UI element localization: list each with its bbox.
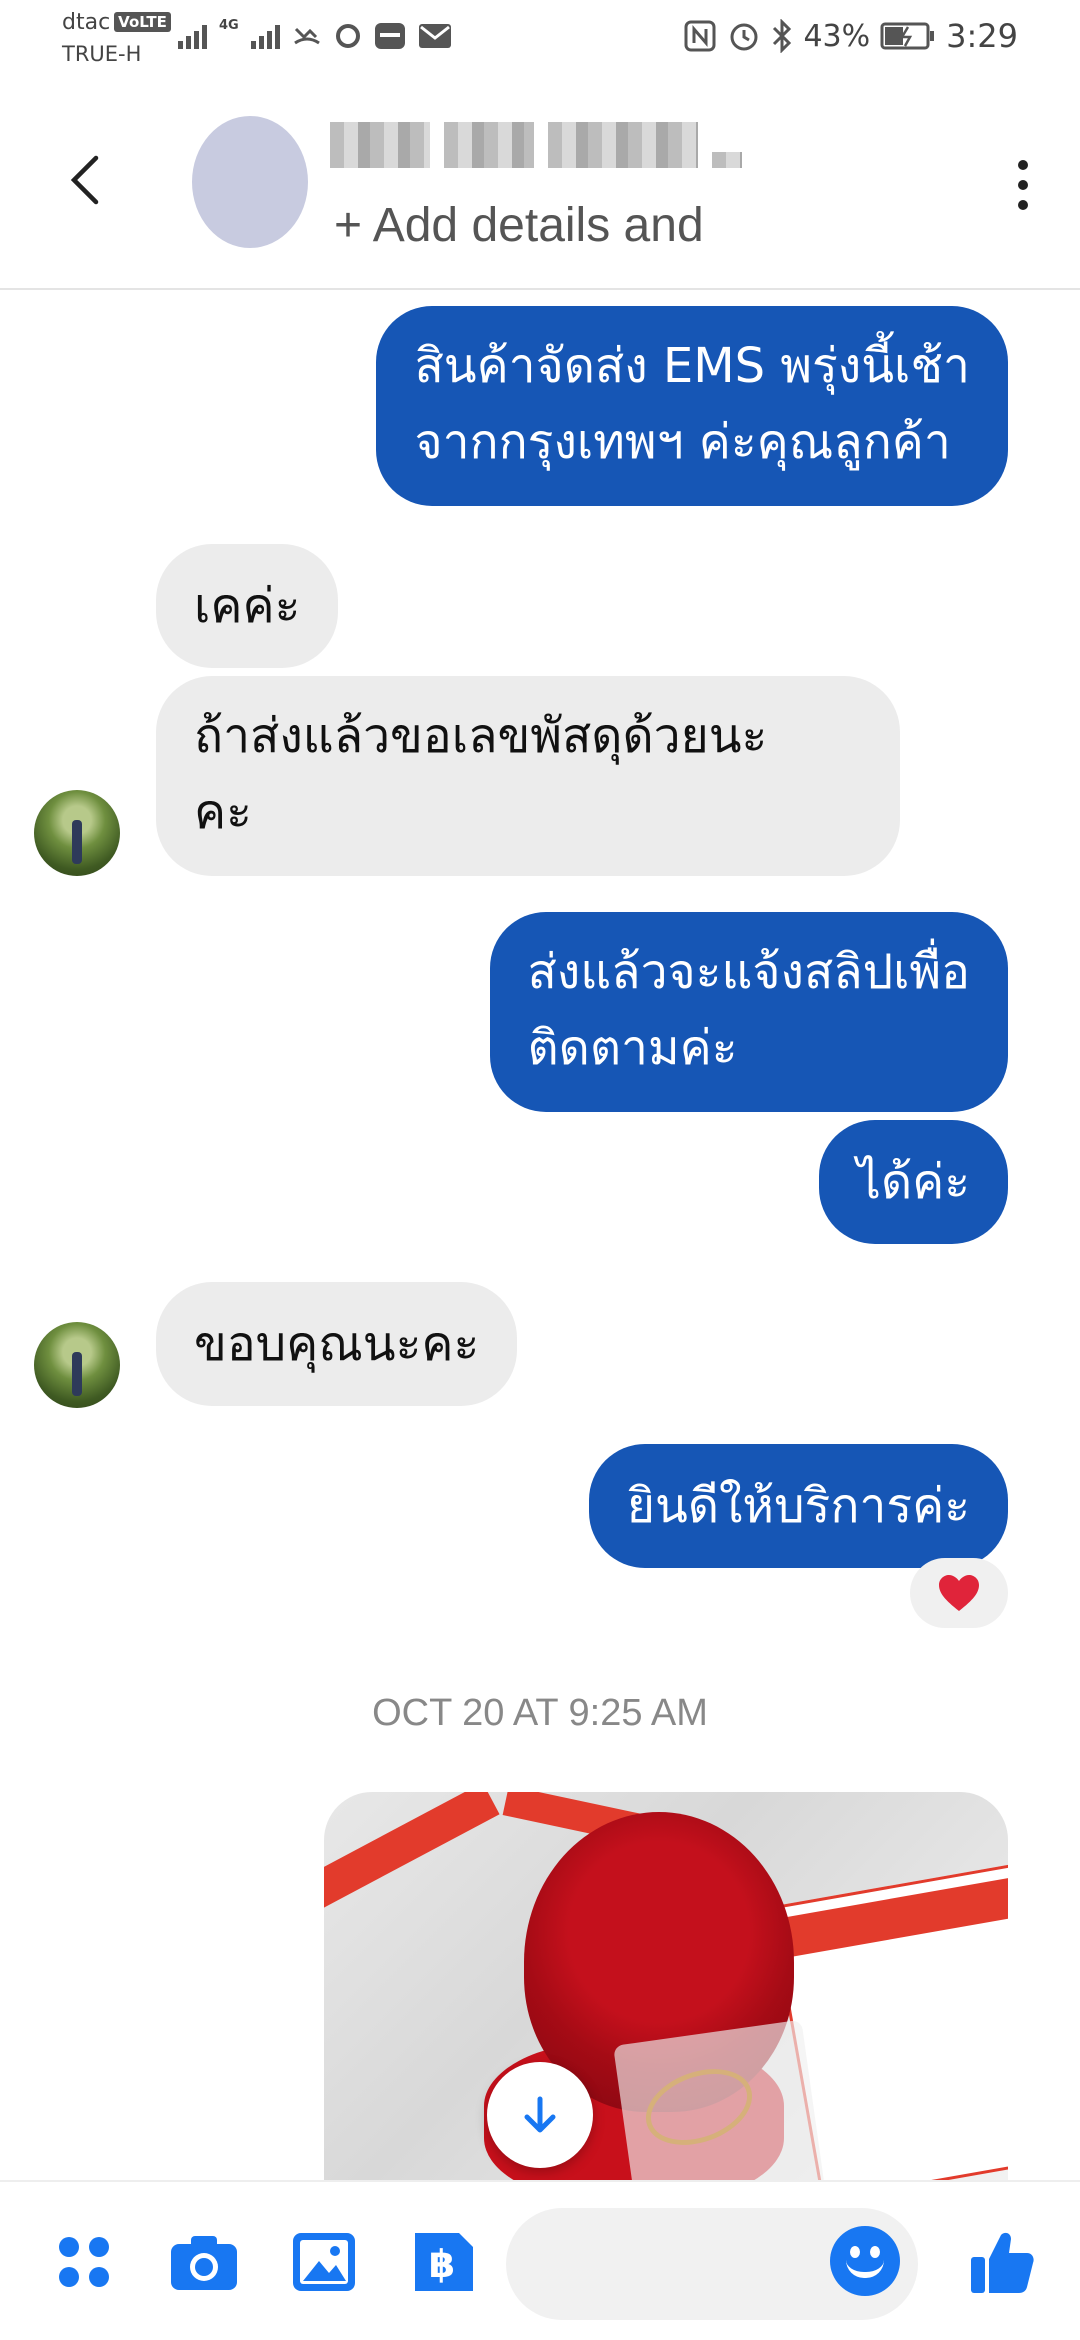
composer-bar: ฿	[0, 2180, 1080, 2340]
bluetooth-icon	[773, 19, 792, 53]
scroll-to-bottom-button[interactable]	[487, 2062, 593, 2168]
message-bubble-outgoing[interactable]: ยินดีให้บริการค่ะ	[588, 1444, 1008, 1568]
message-bubble-incoming[interactable]: ขอบคุณนะคะ	[156, 1282, 518, 1406]
battery-percent: 43%	[803, 18, 871, 54]
message-line: เคค่ะ	[194, 578, 301, 634]
message-bubble-incoming[interactable]: ถ้าส่งแล้วขอเลขพัสดุด้วยนะ คะ	[156, 676, 900, 876]
message-bubble-incoming[interactable]: เคค่ะ	[156, 544, 339, 668]
back-arrow-icon[interactable]	[62, 150, 112, 210]
emoji-icon[interactable]	[830, 2226, 900, 2296]
message-line: ขอบคุณนะคะ	[194, 1316, 480, 1372]
message-line: ส่งแล้วจะแจ้งสลิปเพื่อ	[527, 944, 971, 1000]
gallery-icon[interactable]	[288, 2226, 360, 2298]
sender-avatar[interactable]	[34, 790, 120, 876]
message-bubble-outgoing[interactable]: ส่งแล้วจะแจ้งสลิปเพื่อ ติดตามค่ะ	[489, 912, 1008, 1112]
message-bubble-outgoing[interactable]: สินค้าจัดส่ง EMS พรุ่งนี้เช้า จากกรุงเทพ…	[376, 306, 1008, 506]
sender-avatar[interactable]	[34, 1322, 120, 1408]
contact-name-redacted[interactable]	[330, 120, 742, 170]
message-line: คะ	[194, 784, 252, 840]
battery-charging-icon	[880, 22, 935, 50]
message-bubble-outgoing[interactable]: ได้ค่ะ	[818, 1120, 1008, 1244]
camera-icon[interactable]	[168, 2226, 240, 2298]
huawei-app-icon	[374, 23, 405, 49]
add-details-link[interactable]: + Add details and	[334, 198, 704, 253]
clock: 3:29	[946, 17, 1018, 55]
nfc-icon	[684, 20, 716, 52]
mail-icon	[418, 24, 451, 48]
photo-message[interactable]	[324, 1792, 1008, 2182]
sync-icon	[335, 24, 360, 48]
heart-icon	[939, 1575, 979, 1611]
more-options-icon[interactable]	[1016, 160, 1030, 210]
status-right-icons: 43% 3:29	[683, 17, 1018, 55]
status-bar: dtac VoLTE TRUE-H 4G 43% 3:29	[0, 0, 1080, 80]
status-left-icons: 4G	[178, 18, 452, 54]
message-line: ยินดีให้บริการค่ะ	[626, 1478, 970, 1534]
carrier-primary: dtac VoLTE	[62, 10, 171, 35]
payment-baht-icon[interactable]: ฿	[406, 2226, 478, 2298]
heart-reaction[interactable]	[910, 1558, 1008, 1628]
svg-text:฿: ฿	[429, 2242, 455, 2286]
timestamp-divider: OCT 20 AT 9:25 AM	[372, 1692, 708, 1734]
network-type-label: 4G	[219, 18, 239, 33]
contact-avatar[interactable]	[192, 116, 308, 248]
message-line: ติดตามค่ะ	[527, 1020, 738, 1076]
arrow-down-icon	[524, 2096, 556, 2133]
volte-badge: VoLTE	[114, 12, 171, 32]
message-line: ถ้าส่งแล้วขอเลขพัสดุด้วยนะ	[194, 708, 768, 764]
apps-icon[interactable]	[48, 2226, 120, 2298]
photo-decor	[324, 1792, 500, 1918]
signal-icon	[178, 23, 207, 49]
conversation-header: + Add details and	[0, 80, 1080, 290]
signal-2-icon	[250, 23, 280, 49]
message-line: ได้ค่ะ	[856, 1154, 970, 1210]
carrier-secondary: TRUE-H	[62, 42, 142, 66]
alarm-icon	[730, 23, 758, 51]
message-line: สินค้าจัดส่ง EMS พรุ่งนี้เช้า	[414, 338, 970, 394]
thumbs-up-icon[interactable]	[966, 2226, 1038, 2298]
message-line: จากกรุงเทพฯ ค่ะคุณลูกค้า	[414, 414, 951, 470]
missed-call-icon	[293, 27, 320, 45]
carrier-name: dtac	[62, 10, 111, 35]
